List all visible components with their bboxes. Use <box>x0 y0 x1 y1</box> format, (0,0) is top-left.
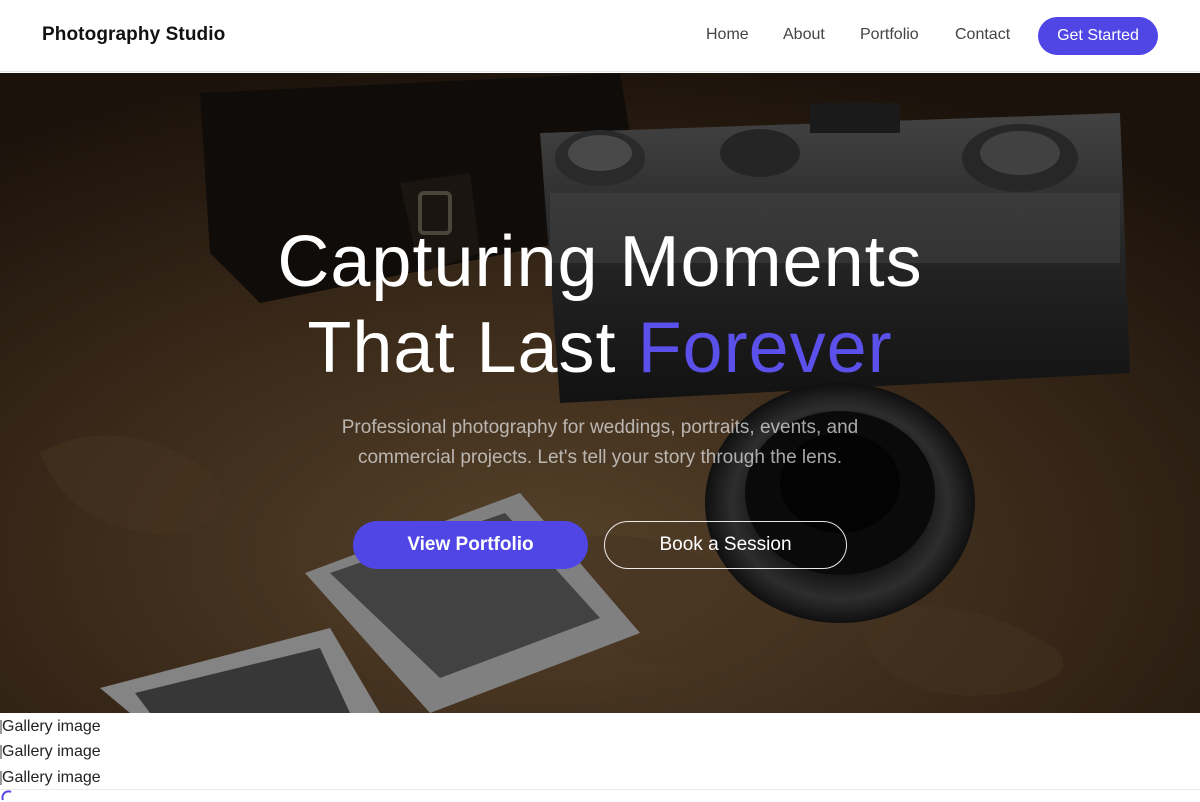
nav-about-link[interactable]: About <box>783 26 825 44</box>
nav-contact-link[interactable]: Contact <box>955 26 1010 44</box>
nav-home-link[interactable]: Home <box>706 26 749 44</box>
gallery-image-alt: Gallery image <box>2 769 101 786</box>
brand-logo[interactable]: Photography Studio <box>42 24 225 46</box>
gallery-image[interactable]: Gallery image <box>0 715 120 739</box>
nav-portfolio-link[interactable]: Portfolio <box>860 26 919 44</box>
get-started-button[interactable]: Get Started <box>1038 17 1158 55</box>
gallery-section: Gallery image Gallery image Gallery imag… <box>0 713 1200 801</box>
loading-spinner-icon <box>1 790 12 801</box>
gallery-image-alt: Gallery image <box>2 743 101 760</box>
hero-subtitle: Professional photography for weddings, p… <box>341 417 859 468</box>
book-session-button[interactable]: Book a Session <box>604 521 847 569</box>
gallery-image[interactable]: Gallery image <box>0 740 120 764</box>
hero-title-line2-prefix: That Last <box>307 308 617 388</box>
gallery-image[interactable]: Gallery image <box>0 766 120 790</box>
hero-title-line1: Capturing Moments <box>277 222 923 302</box>
view-portfolio-button[interactable]: View Portfolio <box>353 521 588 569</box>
gallery-image-alt: Gallery image <box>2 718 101 735</box>
hero-title-accent: Forever <box>637 308 893 388</box>
hero-section: Capturing Moments That Last Forever Prof… <box>0 73 1200 713</box>
hero-title: Capturing Moments That Last Forever <box>0 219 1200 391</box>
gallery-divider <box>0 789 1200 790</box>
site-header: Photography Studio Home About Portfolio … <box>0 0 1200 72</box>
hero-dark-overlay <box>0 73 1200 713</box>
